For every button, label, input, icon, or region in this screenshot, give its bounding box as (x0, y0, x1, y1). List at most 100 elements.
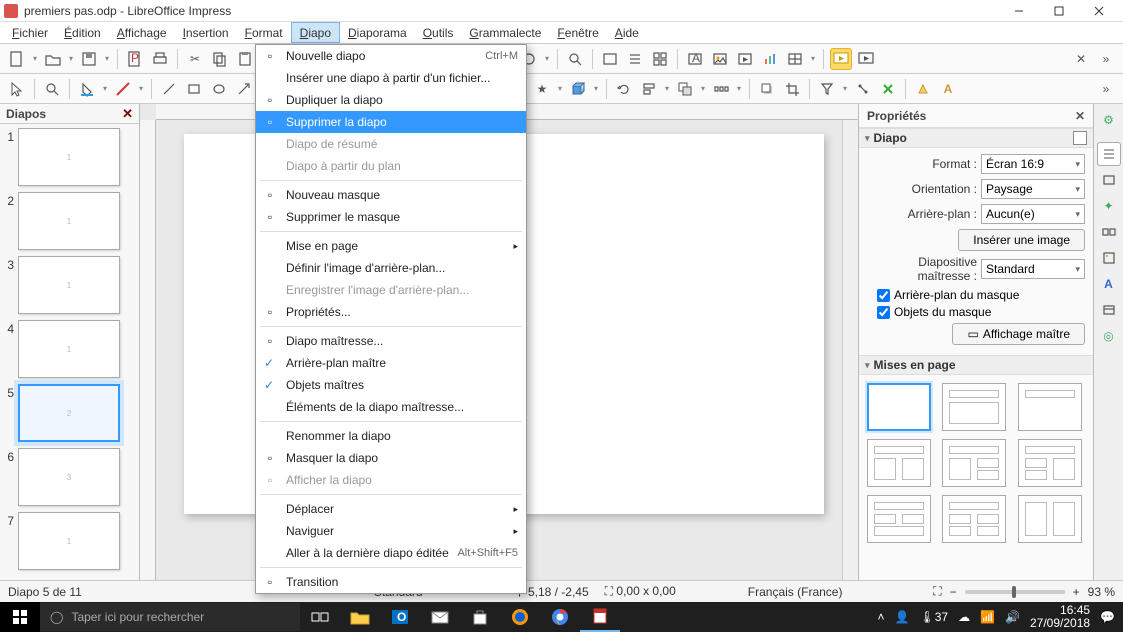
chrome-app-icon[interactable] (540, 602, 580, 632)
section-more-icon[interactable] (1073, 131, 1087, 145)
menu-édition[interactable]: Édition (56, 22, 109, 43)
slide-thumb-row[interactable]: 41 (2, 320, 137, 378)
mail-app-icon[interactable] (420, 602, 460, 632)
view-sorter-button[interactable] (649, 48, 671, 70)
slide-thumb-row[interactable]: 52 (2, 384, 137, 442)
menu-item-objets-ma-tres[interactable]: ✓Objets maîtres (256, 374, 526, 396)
insert-chart-button[interactable] (759, 48, 781, 70)
layout-two-content[interactable] (867, 439, 931, 487)
slide-thumbnail[interactable]: 1 (18, 512, 120, 570)
ellipse-tool-button[interactable] (208, 78, 230, 100)
slide-thumbnail[interactable]: 1 (18, 192, 120, 250)
zoom-slider[interactable] (965, 590, 1065, 594)
menu-item-renommer-la-diapo[interactable]: Renommer la diapo (256, 425, 526, 447)
slide-thumbnail[interactable]: 2 (18, 384, 120, 442)
rect-tool-button[interactable] (183, 78, 205, 100)
animation-tab-icon[interactable]: ✦ (1097, 194, 1121, 218)
slides-panel-close-icon[interactable]: ✕ (122, 106, 133, 122)
explorer-app-icon[interactable] (340, 602, 380, 632)
arrow-tool-button[interactable] (233, 78, 255, 100)
collapse-icon[interactable]: ▾ (865, 133, 870, 144)
properties-tab-icon[interactable] (1097, 142, 1121, 166)
system-tray[interactable]: ˄ 👤 🌡37 ☁ 📶 🔊 16:45 27/09/2018 💬 (870, 604, 1123, 630)
glue-points-button[interactable] (877, 78, 899, 100)
menu-insertion[interactable]: Insertion (175, 22, 237, 43)
zoom-out-icon[interactable]: − (950, 585, 957, 599)
menu-affichage[interactable]: Affichage (109, 22, 175, 43)
menu-item-propri-t-s-[interactable]: ▫Propriétés... (256, 301, 526, 323)
menu-grammalecte[interactable]: Grammalecte (461, 22, 549, 43)
menu-item--l-ments-de-la-diapo-ma-tresse-[interactable]: Éléments de la diapo maîtresse... (256, 396, 526, 418)
slide-thumb-row[interactable]: 63 (2, 448, 137, 506)
taskbar-search[interactable]: ◯ Taper ici pour rechercher (40, 603, 300, 631)
toolbar-close-button[interactable]: ✕ (1070, 48, 1092, 70)
slide-thumbnail[interactable]: 3 (18, 448, 120, 506)
menu-item-transition[interactable]: ▫Transition (256, 571, 526, 593)
gallery-tab-icon[interactable] (1097, 246, 1121, 270)
align-button[interactable] (638, 78, 660, 100)
menu-diaporama[interactable]: Diaporama (340, 22, 415, 43)
rotate-button[interactable] (613, 78, 635, 100)
impress-app-icon[interactable] (580, 602, 620, 632)
navigator-tab-icon[interactable]: ◎ (1097, 324, 1121, 348)
new-doc-button[interactable] (6, 48, 28, 70)
menu-item-masquer-la-diapo[interactable]: ▫Masquer la diapo (256, 447, 526, 469)
menu-format[interactable]: Format (237, 22, 291, 43)
slide-thumb-row[interactable]: 71 (2, 512, 137, 570)
menu-item-ins-rer-une-diapo-partir-d-un-fichier-[interactable]: Insérer une diapo à partir d'un fichier.… (256, 67, 526, 89)
layout-title-only[interactable] (1018, 383, 1082, 431)
clock[interactable]: 16:45 27/09/2018 (1030, 604, 1090, 630)
layout-grid4[interactable] (942, 495, 1006, 543)
menu-outils[interactable]: Outils (415, 22, 462, 43)
stars-button[interactable]: ★ (531, 78, 553, 100)
slide-thumbnail[interactable]: 1 (18, 320, 120, 378)
master-view-button[interactable]: ▭Affichage maître (952, 323, 1085, 345)
3d-shapes-button[interactable] (567, 78, 589, 100)
collapse-layouts-icon[interactable]: ▾ (865, 360, 870, 371)
maximize-button[interactable] (1039, 0, 1079, 22)
insert-image-button[interactable] (709, 48, 731, 70)
zoom-value[interactable]: 93 % (1088, 585, 1115, 599)
menu-item-d-finir-l-image-d-arri-re-plan-[interactable]: Définir l'image d'arrière-plan... (256, 257, 526, 279)
new-doc-dropdown[interactable]: ▾ (31, 48, 39, 70)
outlook-app-icon[interactable]: O (380, 602, 420, 632)
orientation-dropdown[interactable]: Paysage (981, 179, 1085, 199)
transition-tab-icon[interactable] (1097, 220, 1121, 244)
zoom-button[interactable] (564, 48, 586, 70)
store-app-icon[interactable] (460, 602, 500, 632)
settings-tab-icon[interactable]: ⚙ (1097, 108, 1121, 132)
start-current-button[interactable] (855, 48, 877, 70)
shadow-button[interactable] (756, 78, 778, 100)
select-tool-button[interactable] (6, 78, 28, 100)
start-slideshow-button[interactable] (830, 48, 852, 70)
properties-close-icon[interactable]: ✕ (1075, 109, 1085, 123)
wifi-icon[interactable]: 📶 (980, 610, 995, 624)
copy-button[interactable] (209, 48, 231, 70)
export-pdf-button[interactable]: P (124, 48, 146, 70)
zoom-tool-button[interactable] (41, 78, 63, 100)
background-dropdown[interactable]: Aucun(e) (981, 204, 1085, 224)
menu-fichier[interactable]: Fichier (4, 22, 56, 43)
vertical-scrollbar[interactable] (842, 120, 858, 580)
menu-aide[interactable]: Aide (607, 22, 647, 43)
tray-chevron-icon[interactable]: ˄ (878, 610, 885, 624)
insert-media-button[interactable] (734, 48, 756, 70)
toolbar-overflow-button[interactable]: » (1095, 48, 1117, 70)
paste-button[interactable] (234, 48, 256, 70)
save-button[interactable] (78, 48, 100, 70)
view-normal-button[interactable] (599, 48, 621, 70)
minimize-button[interactable] (999, 0, 1039, 22)
slide-list[interactable]: 11213141526371 (0, 124, 139, 580)
volume-icon[interactable]: 🔊 (1005, 610, 1020, 624)
layout-blank[interactable] (867, 383, 931, 431)
people-icon[interactable]: 👤 (895, 610, 910, 624)
menu-item-supprimer-la-diapo[interactable]: ▫Supprimer la diapo (256, 111, 526, 133)
cut-button[interactable]: ✂ (184, 48, 206, 70)
points-edit-button[interactable] (852, 78, 874, 100)
fill-color-button[interactable] (76, 78, 98, 100)
menu-item-d-placer[interactable]: Déplacer▸ (256, 498, 526, 520)
layout-split[interactable] (1018, 495, 1082, 543)
slide-thumb-row[interactable]: 11 (2, 128, 137, 186)
onedrive-icon[interactable]: ☁ (958, 610, 970, 624)
menu-item-arri-re-plan-ma-tre[interactable]: ✓Arrière-plan maître (256, 352, 526, 374)
